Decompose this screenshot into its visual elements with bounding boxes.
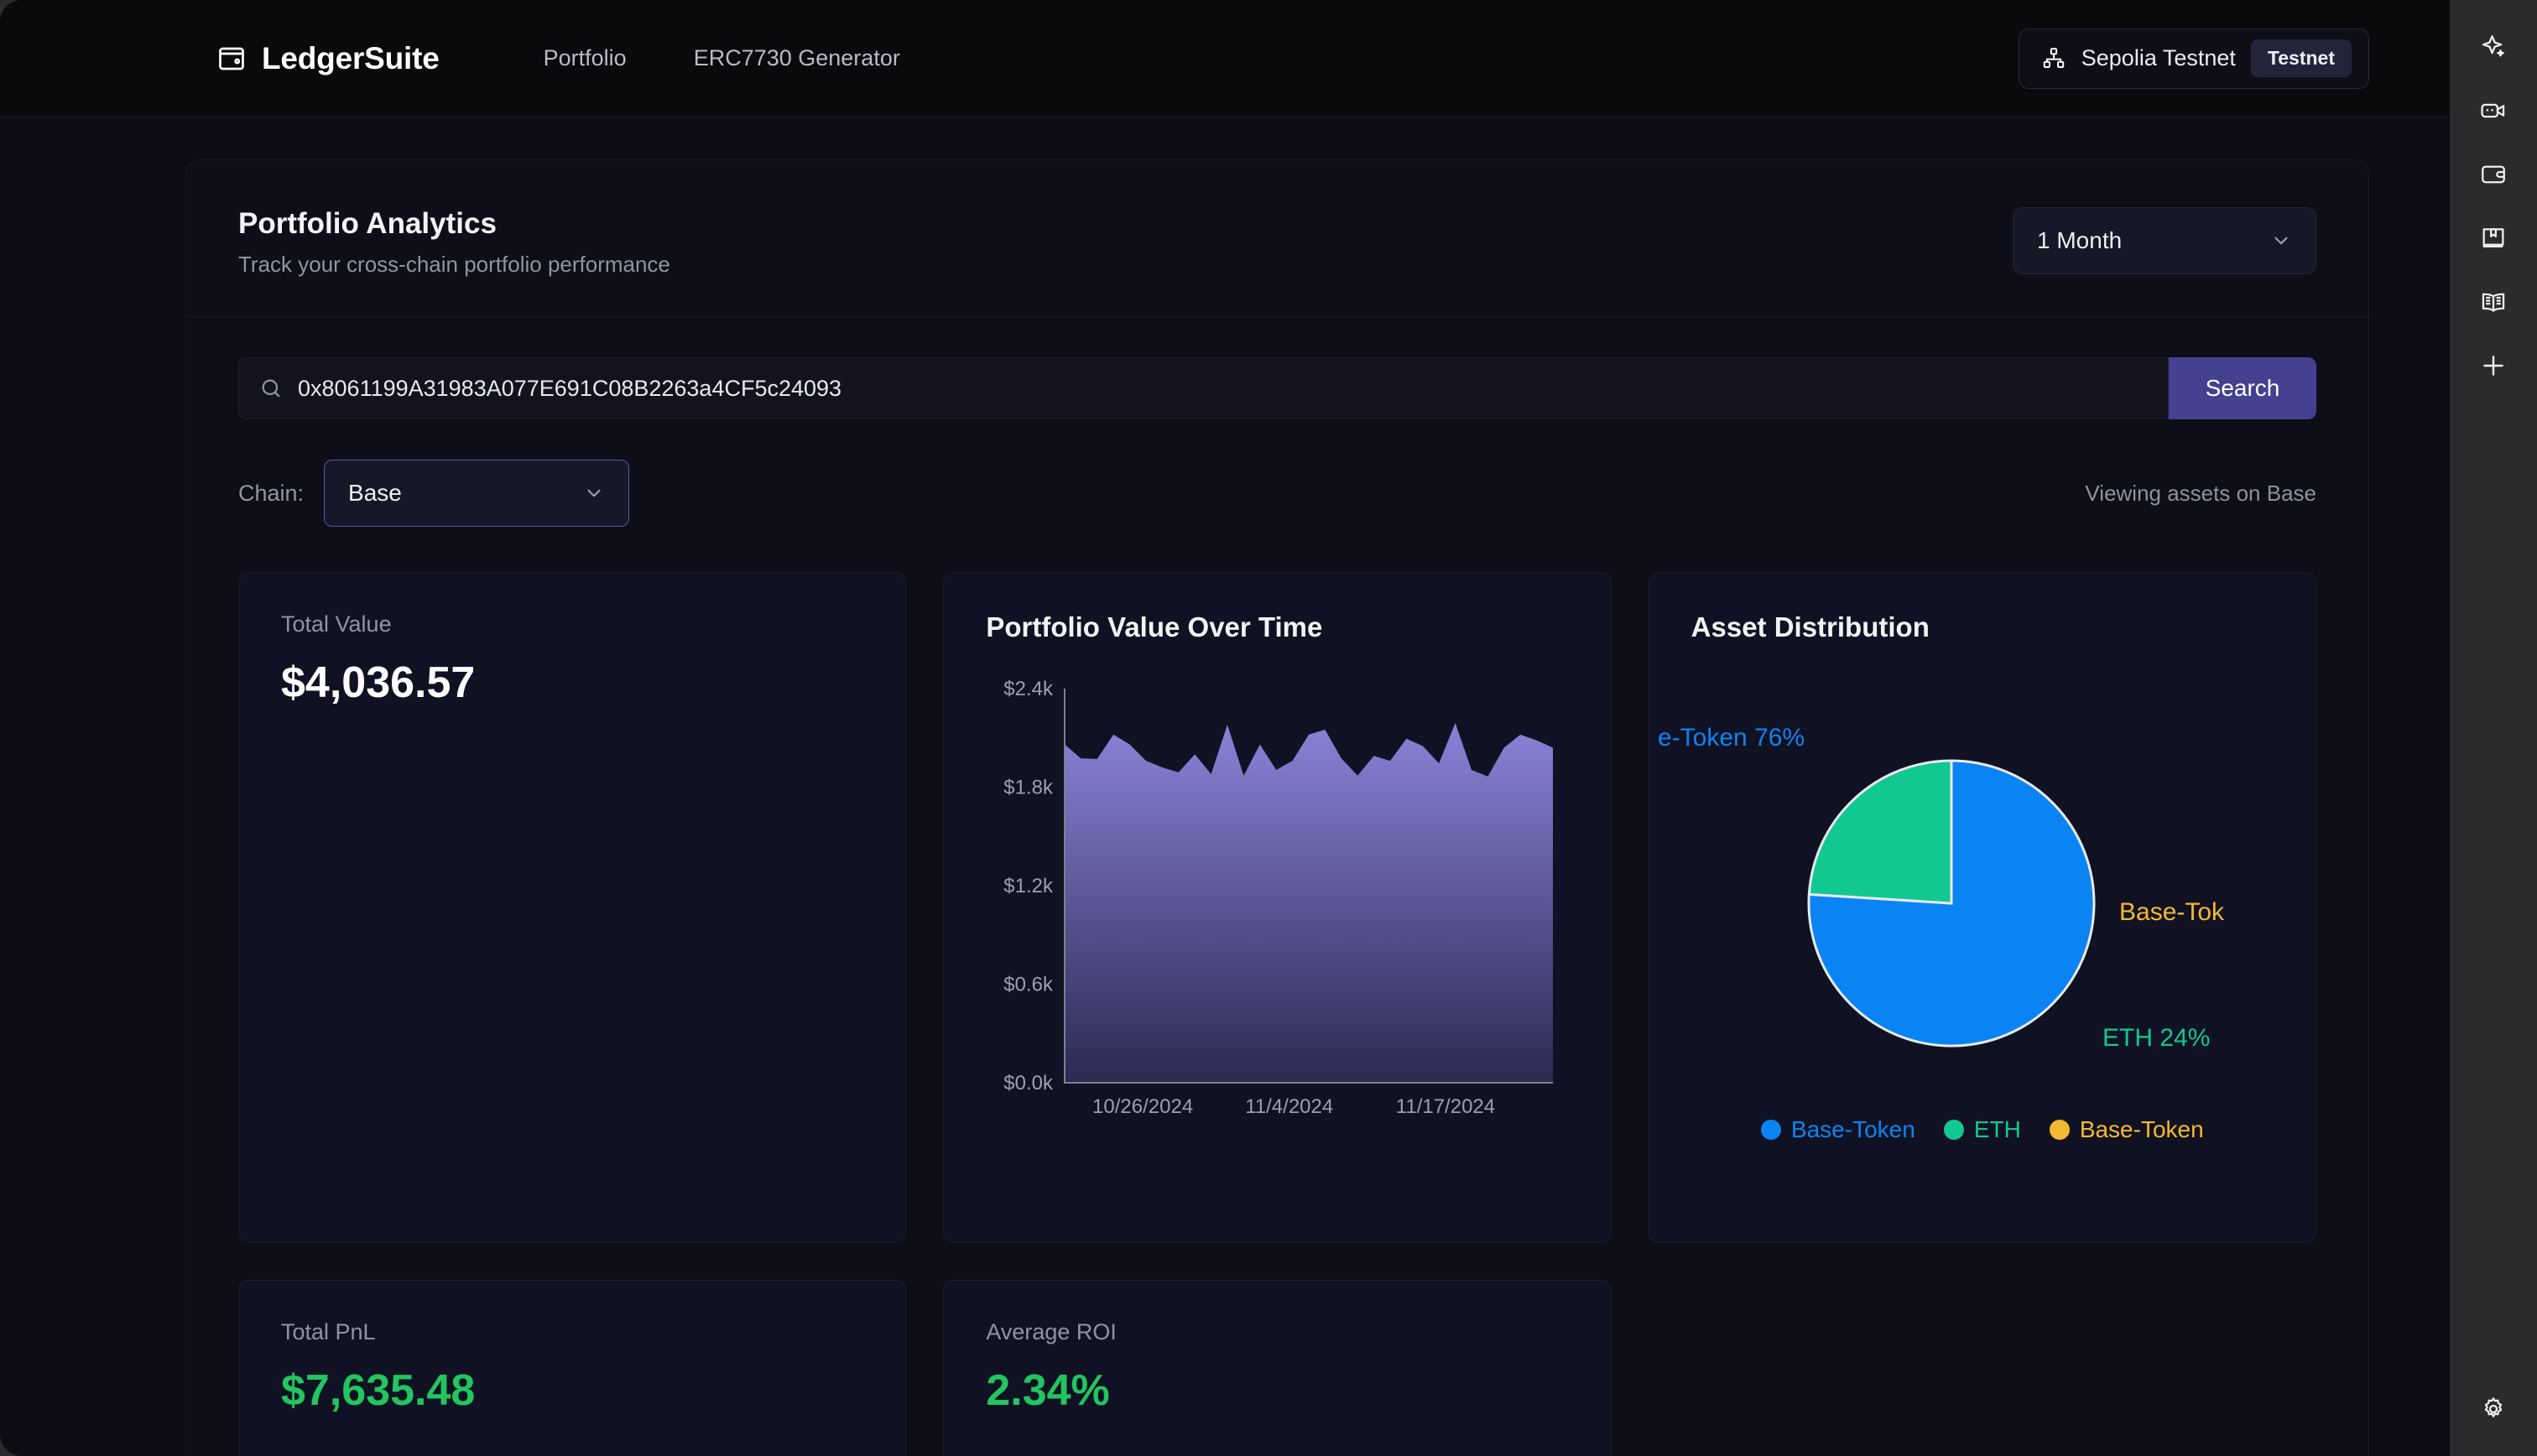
period-select-value: 1 Month xyxy=(2037,227,2123,253)
average-roi-label: Average ROI xyxy=(986,1319,1117,1344)
total-pnl-amount: $7,635.48 xyxy=(281,1366,476,1415)
chain-row: Chain: Base Viewing assets on Base xyxy=(186,419,2368,527)
legend-item[interactable]: Base-Token xyxy=(1760,1116,1915,1143)
empty-slot xyxy=(1649,1280,2316,1456)
wallet-icon[interactable] xyxy=(2468,149,2519,200)
portfolio-chart-title: Portfolio Value Over Time xyxy=(986,611,1323,642)
viewing-assets-text: Viewing assets on Base xyxy=(2085,480,2316,506)
wallet-icon xyxy=(216,44,247,74)
network-nodes-icon xyxy=(2041,46,2066,71)
gear-icon[interactable] xyxy=(2468,1384,2519,1434)
page-subtitle: Track your cross-chain portfolio perform… xyxy=(238,252,670,277)
total-value-label: Total Value xyxy=(281,611,392,637)
plus-icon[interactable] xyxy=(2468,341,2519,391)
svg-text:10/26/2024: 10/26/2024 xyxy=(1092,1095,1193,1118)
legend-item[interactable]: ETH xyxy=(1943,1116,2021,1143)
card-header: Portfolio Analytics Track your cross-cha… xyxy=(186,160,2368,317)
chain-select-value: Base xyxy=(348,480,402,506)
search-button[interactable]: Search xyxy=(2169,357,2316,419)
pie-legend: Base-Token ETH Base-Token xyxy=(1649,1116,2316,1143)
asset-distribution-card: Asset Distribution e-Token 76% Base-Tok ET… xyxy=(1648,572,2316,1243)
legend-color-dot xyxy=(2049,1120,2070,1140)
chain-label: Chain: xyxy=(238,480,305,506)
pie-annotation: Base-Tok xyxy=(2119,898,2225,926)
status-badge-testnet: Testnet xyxy=(2250,39,2352,77)
pie-chart-svg: e-Token 76% Base-Tok ETH 24% xyxy=(1658,724,2225,1052)
svg-text:11/4/2024: 11/4/2024 xyxy=(1246,1095,1334,1118)
legend-label: Base-Token xyxy=(1790,1116,1915,1142)
asset-distribution-title: Asset Distribution xyxy=(1690,611,1930,642)
svg-text:$1.8k: $1.8k xyxy=(1004,777,1055,799)
brand-name: LedgerSuite xyxy=(262,40,440,75)
network-name: Sepolia Testnet xyxy=(2081,45,2236,70)
legend-item[interactable]: Base-Token xyxy=(2049,1116,2204,1143)
svg-text:$2.4k: $2.4k xyxy=(1004,678,1055,700)
open-book-icon[interactable] xyxy=(2468,277,2519,327)
app-viewport: LedgerSuite Portfolio ERC7730 Generator … xyxy=(0,0,2450,1456)
period-select[interactable]: 1 Month xyxy=(2013,207,2316,274)
chevron-down-icon xyxy=(2270,230,2292,252)
legend-color-dot xyxy=(1943,1120,1964,1140)
top-navigation-bar: LedgerSuite Portfolio ERC7730 Generator … xyxy=(0,0,2450,117)
nav-link-erc7730-generator[interactable]: ERC7730 Generator xyxy=(660,45,934,71)
sparkle-icon[interactable] xyxy=(2468,22,2519,72)
svg-text:$0.0k: $0.0k xyxy=(1004,1072,1055,1095)
pie-slice[interactable] xyxy=(1807,759,1953,905)
nav-link-portfolio[interactable]: Portfolio xyxy=(510,45,660,71)
legend-color-dot xyxy=(1760,1120,1781,1140)
screen: LedgerSuite Portfolio ERC7730 Generator … xyxy=(0,0,2537,1456)
network-selector[interactable]: Sepolia Testnet Testnet xyxy=(2018,28,2369,89)
pie-annotation: e-Token 76% xyxy=(1658,724,1805,751)
search-field-wrapper[interactable] xyxy=(238,357,2169,419)
total-value-amount: $4,036.57 xyxy=(281,658,476,707)
legend-label: Base-Token xyxy=(2079,1116,2204,1142)
portfolio-value-chart-card: Portfolio Value Over Time $0.0k $0.6k $1.2… xyxy=(943,572,1612,1243)
bookmark-book-icon[interactable] xyxy=(2468,213,2519,263)
page-title: Portfolio Analytics xyxy=(238,207,497,240)
svg-text:$1.2k: $1.2k xyxy=(1004,875,1055,897)
brand-logo[interactable]: LedgerSuite xyxy=(216,41,440,76)
svg-text:$0.6k: $0.6k xyxy=(1004,974,1055,996)
secondary-metrics-grid: Total PnL $7,635.48 Average ROI 2.34% xyxy=(186,1243,2368,1456)
average-roi-amount: 2.34% xyxy=(986,1366,1110,1415)
primary-nav: Portfolio ERC7730 Generator xyxy=(510,45,934,71)
search-icon xyxy=(259,377,283,400)
chain-select[interactable]: Base xyxy=(324,460,630,527)
total-value-card: Total Value $4,036.57 xyxy=(238,572,907,1243)
legend-label: ETH xyxy=(1973,1116,2021,1142)
area-chart-svg: $0.0k $0.6k $1.2k $1.8k $2.4k 10/26/2024 11/4/… xyxy=(1004,678,1554,1118)
average-roi-card: Average ROI 2.34% xyxy=(943,1280,1612,1456)
search-input[interactable] xyxy=(298,375,2148,402)
pie-annotation: ETH 24% xyxy=(2102,1024,2210,1052)
right-sidebar xyxy=(2450,0,2537,1456)
metrics-grid: Total Value $4,036.57 Portfolio Value Ov… xyxy=(186,527,2368,1243)
pie-chart: e-Token 76% Base-Tok ETH 24% xyxy=(1649,643,2316,1113)
video-camera-icon[interactable] xyxy=(2468,86,2519,136)
search-row: Search xyxy=(186,317,2368,419)
portfolio-analytics-card: Portfolio Analytics Track your cross-cha… xyxy=(185,159,2369,1456)
total-pnl-label: Total PnL xyxy=(281,1319,376,1344)
page-heading-block: Portfolio Analytics Track your cross-cha… xyxy=(238,207,670,278)
chevron-down-icon xyxy=(583,482,605,504)
portfolio-chart: $0.0k $0.6k $1.2k $1.8k $2.4k 10/26/2024 11/4/… xyxy=(944,643,1610,1167)
svg-text:11/17/2024: 11/17/2024 xyxy=(1396,1095,1495,1118)
total-pnl-card: Total PnL $7,635.48 xyxy=(238,1280,907,1456)
